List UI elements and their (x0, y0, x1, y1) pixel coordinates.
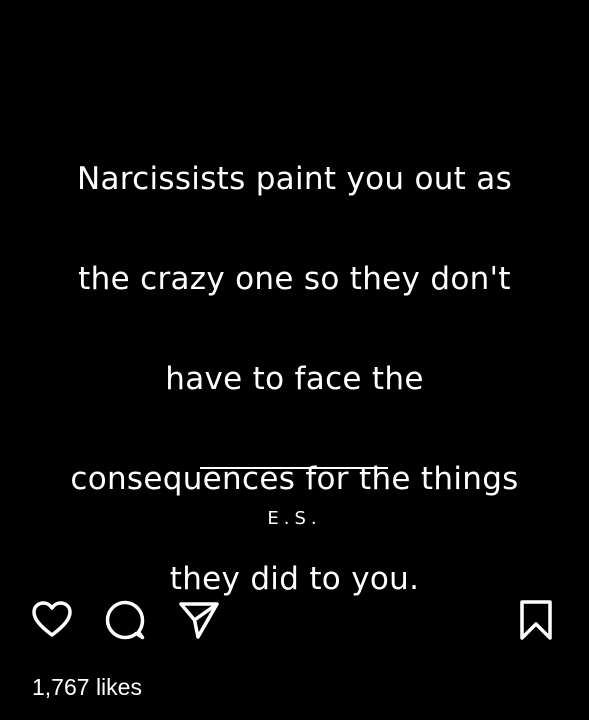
post-image[interactable]: Narcissists paint you out as the crazy o… (0, 0, 589, 597)
divider (200, 467, 388, 469)
action-bar (0, 596, 589, 644)
bookmark-icon (520, 600, 552, 640)
signature: E.S. (267, 508, 322, 529)
comment-button[interactable] (101, 596, 149, 644)
quote-line: the crazy one so they don't (78, 261, 511, 297)
save-button[interactable] (512, 596, 560, 644)
quote-text: Narcissists paint you out as the crazy o… (20, 104, 569, 654)
like-button[interactable] (28, 596, 76, 644)
share-button[interactable] (175, 596, 223, 644)
paper-plane-icon (179, 602, 219, 639)
quote-line: Narcissists paint you out as (76, 161, 513, 197)
quote-line: consequences for the things (70, 461, 519, 497)
heart-icon (32, 601, 72, 637)
likes-count[interactable]: 1,767 likes (32, 674, 142, 701)
quote-line: have to face the (165, 361, 424, 397)
comment-icon (105, 600, 145, 640)
